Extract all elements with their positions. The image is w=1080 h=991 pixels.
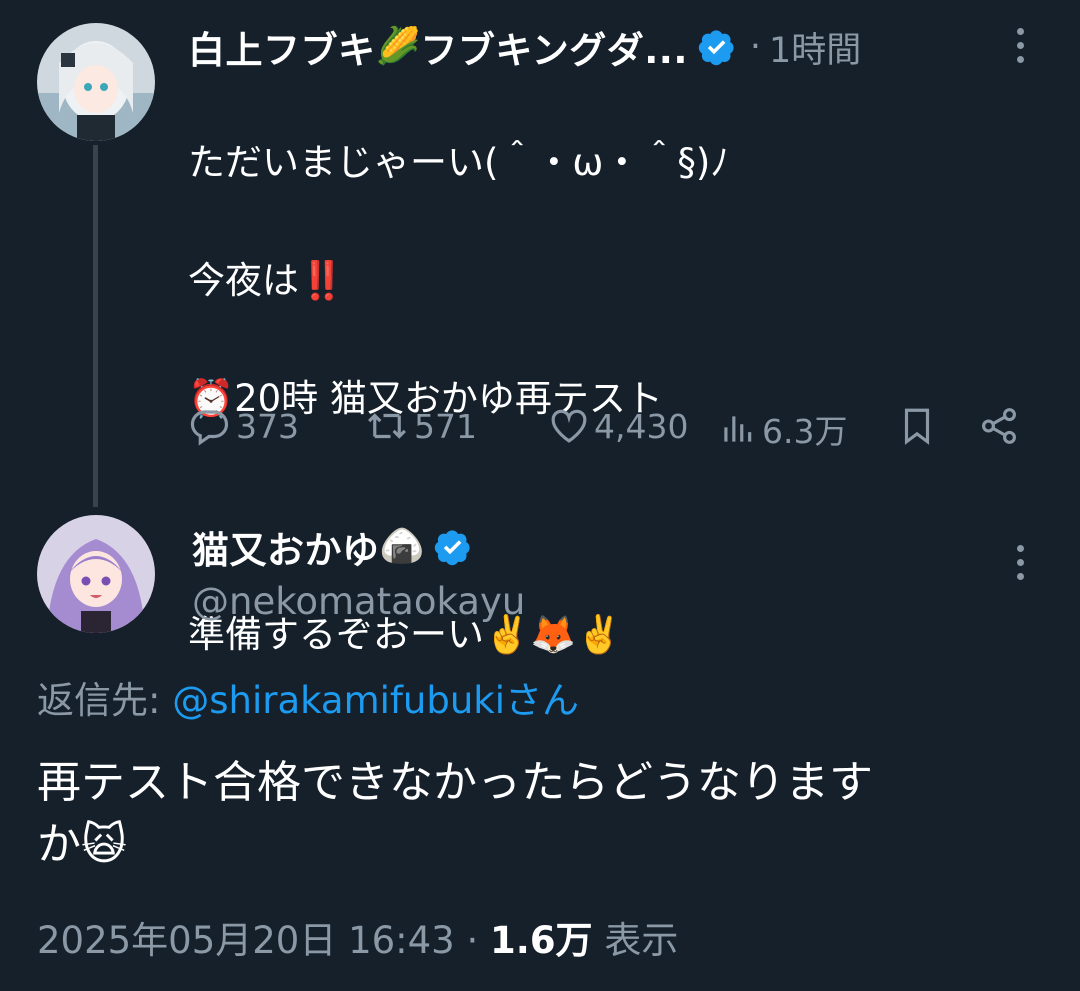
main-handle[interactable]: @nekomataokayu <box>192 580 525 623</box>
parent-avatar[interactable] <box>37 23 155 141</box>
view-count[interactable]: 1.6万 <box>490 919 593 962</box>
views-button[interactable]: 6.3万 <box>718 405 847 453</box>
reply-to-line: 返信先: @shirakamifubukiさん <box>37 670 579 724</box>
parent-more-icon[interactable] <box>1010 28 1030 63</box>
meta-separator: · <box>454 919 491 962</box>
bookmark-icon <box>904 408 930 445</box>
main-display-name[interactable]: 猫又おかゆ <box>192 520 380 574</box>
parent-action-bar: 373 571 4,430 6.3万 <box>188 405 1048 451</box>
view-count-label: 表示 <box>592 919 679 962</box>
parent-text-line: 今夜は‼️ <box>188 259 346 302</box>
parent-name-row: 白上フブキ 🌽 フブキングダ... · 1時間 <box>188 22 861 72</box>
main-name-row: 猫又おかゆ 🍙 <box>192 522 472 572</box>
reply-icon <box>190 410 229 446</box>
onigiri-emoji: 🍙 <box>379 526 425 567</box>
bookmark-button[interactable] <box>896 405 938 447</box>
parent-text-line: ただいまじゃーい(＾・ω・＾§)ﾉ <box>188 141 729 184</box>
tweet-meta: 2025年05月20日 16:43 · 1.6万 表示 <box>37 910 678 964</box>
parent-display-name-suffix[interactable]: フブキングダ... <box>420 20 688 74</box>
parent-display-name[interactable]: 白上フブキ <box>188 20 376 74</box>
thread-connector-line <box>93 145 98 507</box>
parent-timestamp[interactable]: 1時間 <box>769 22 861 73</box>
like-button[interactable]: 4,430 <box>548 405 688 447</box>
retweet-icon <box>368 413 406 439</box>
like-count: 4,430 <box>594 406 689 446</box>
reply-to-handle-link[interactable]: @shirakamifubuki <box>172 679 505 722</box>
tweet-date[interactable]: 2025年05月20日 16:43 <box>37 919 455 962</box>
main-tweet-text: 再テスト合格できなかったらどうなります か🙀 <box>37 757 873 870</box>
parent-tweet-text: ただいまじゃーい(＾・ω・＾§)ﾉ 今夜は‼️ ⏰20時 猫又おかゆ再テスト 準… <box>188 74 1048 723</box>
main-more-icon[interactable] <box>1010 545 1030 580</box>
parent-time-separator: · <box>749 27 762 67</box>
views-icon <box>724 416 752 442</box>
reply-button[interactable]: 373 <box>188 405 299 447</box>
share-button[interactable] <box>978 405 1020 447</box>
like-icon <box>551 409 587 443</box>
verified-badge-icon <box>698 30 734 66</box>
reply-to-suffix[interactable]: さん <box>505 679 579 722</box>
retweet-count: 571 <box>414 406 477 446</box>
share-icon <box>982 408 1016 444</box>
retweet-button[interactable]: 571 <box>366 405 477 447</box>
main-avatar[interactable] <box>37 515 155 633</box>
verified-badge-icon <box>435 530 470 566</box>
corn-emoji: 🌽 <box>375 26 421 67</box>
views-count: 6.3万 <box>762 412 848 451</box>
reply-count: 373 <box>236 406 299 446</box>
reply-to-prefix: 返信先: <box>37 679 173 722</box>
